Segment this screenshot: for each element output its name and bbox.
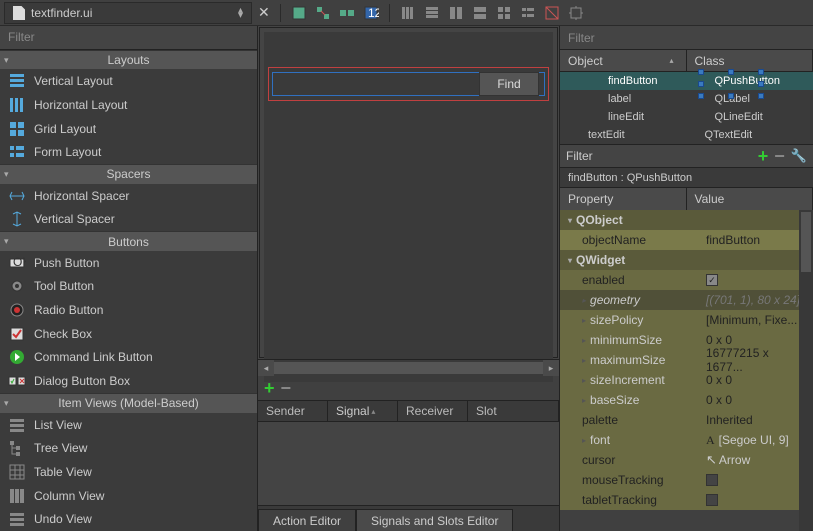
prop-tablettracking[interactable]: tabletTracking <box>560 490 813 510</box>
svg-text:OK: OK <box>13 255 26 269</box>
prop-group-qobject[interactable]: ▾QObject <box>560 210 813 230</box>
widget-grid-layout[interactable]: Grid Layout <box>0 117 257 141</box>
widget-horizontal-layout[interactable]: Horizontal Layout <box>0 93 257 117</box>
updown-icon: ▴▾ <box>238 8 243 18</box>
object-row-lineedit[interactable]: lineEditQLineEdit <box>560 108 813 126</box>
checkbox-icon[interactable] <box>706 474 718 486</box>
edit-buddies-icon[interactable] <box>337 3 357 23</box>
prop-geometry[interactable]: ▸geometry[(701, 1), 80 x 24] <box>560 290 813 310</box>
widget-vertical-spacer[interactable]: Vertical Spacer <box>0 208 257 232</box>
prop-enabled[interactable]: enabled✓ <box>560 270 813 290</box>
file-selector[interactable]: textfinder.ui ▴▾ <box>4 2 252 24</box>
object-filter-input[interactable]: Filter <box>560 26 813 50</box>
widget-vertical-layout[interactable]: Vertical Layout <box>0 69 257 93</box>
widget-box: Filter ▾Layouts Vertical Layout Horizont… <box>0 26 258 531</box>
widget-form-layout[interactable]: Form Layout <box>0 140 257 164</box>
layout-mode-toolbar <box>394 3 590 23</box>
break-layout-icon[interactable] <box>542 3 562 23</box>
object-row-textedit[interactable]: textEditQTextEdit <box>560 126 813 144</box>
object-row-findbutton[interactable]: findButtonQPushButton <box>560 72 813 90</box>
prop-mousetracking[interactable]: mouseTracking <box>560 470 813 490</box>
widget-filter-input[interactable]: Filter <box>0 26 257 50</box>
widget-check-box[interactable]: Check Box <box>0 322 257 346</box>
prop-font[interactable]: ▸fontA[Segoe UI, 9] <box>560 430 813 450</box>
close-button[interactable]: ✕ <box>252 4 276 21</box>
object-tree[interactable]: findButtonQPushButton labelQLabel lineEd… <box>560 72 813 144</box>
edit-signals-icon[interactable] <box>313 3 333 23</box>
checkbox-icon[interactable] <box>706 494 718 506</box>
widget-command-link-button[interactable]: Command Link Button <box>0 346 257 370</box>
layout-vert-icon[interactable] <box>422 3 442 23</box>
find-button-widget[interactable]: Find <box>479 72 539 96</box>
tab-action-editor[interactable]: Action Editor <box>258 509 356 531</box>
layout-horiz-split-icon[interactable] <box>446 3 466 23</box>
layout-vert-split-icon[interactable] <box>470 3 490 23</box>
widget-undo-view[interactable]: Undo View <box>0 507 257 531</box>
edit-tab-order-icon[interactable]: 12 <box>361 3 381 23</box>
file-icon <box>13 6 25 20</box>
category-buttons[interactable]: ▾Buttons <box>0 231 257 251</box>
property-header[interactable]: PropertyValue <box>560 188 813 210</box>
prop-group-qwidget[interactable]: ▾QWidget <box>560 250 813 270</box>
remove-property-button[interactable]: − <box>774 146 785 167</box>
widget-tool-button[interactable]: Tool Button <box>0 275 257 299</box>
filename-label: textfinder.ui <box>31 6 92 20</box>
prop-sizepolicy[interactable]: ▸sizePolicy[Minimum, Fixe... <box>560 310 813 330</box>
prop-objectname[interactable]: objectNamefindButton <box>560 230 813 250</box>
object-row-label[interactable]: labelQLabel <box>560 90 813 108</box>
layout-form-icon[interactable] <box>518 3 538 23</box>
category-spacers[interactable]: ▾Spacers <box>0 164 257 184</box>
layout-grid-icon[interactable] <box>494 3 514 23</box>
vertical-scrollbar[interactable] <box>799 210 813 531</box>
property-list[interactable]: ▾QObject objectNamefindButton ▾QWidget e… <box>560 210 813 531</box>
canvas[interactable]: Find <box>259 27 558 358</box>
top-toolbar: textfinder.ui ▴▾ ✕ 12 <box>0 0 813 26</box>
add-property-button[interactable]: + <box>758 146 769 167</box>
signals-body[interactable] <box>258 422 559 505</box>
prop-cursor[interactable]: cursor↖Arrow <box>560 450 813 470</box>
prop-sizeincrement[interactable]: ▸sizeIncrement0 x 0 <box>560 370 813 390</box>
widget-column-view[interactable]: Column View <box>0 484 257 508</box>
category-itemviews[interactable]: ▾Item Views (Model-Based) <box>0 393 257 413</box>
tab-signals-slots[interactable]: Signals and Slots Editor <box>356 509 513 531</box>
layout-horiz-icon[interactable] <box>398 3 418 23</box>
widget-table-view[interactable]: Table View <box>0 460 257 484</box>
widget-dialog-button-box[interactable]: Dialog Button Box <box>0 369 257 393</box>
selected-object-label: findButton : QPushButton <box>560 168 813 188</box>
widget-radio-button[interactable]: Radio Button <box>0 298 257 322</box>
checkbox-icon[interactable]: ✓ <box>706 274 718 286</box>
prop-maximumsize[interactable]: ▸maximumSize16777215 x 1677... <box>560 350 813 370</box>
widget-push-button[interactable]: OKPush Button <box>0 251 257 275</box>
widget-list-view[interactable]: List View <box>0 413 257 437</box>
edit-widgets-icon[interactable] <box>289 3 309 23</box>
widget-horizontal-spacer[interactable]: Horizontal Spacer <box>0 184 257 208</box>
property-filter-input[interactable]: Filter + − 🔧 <box>560 144 813 168</box>
svg-text:12: 12 <box>368 6 379 20</box>
signals-header[interactable]: Sender Signal▴ Receiver Slot <box>258 400 559 422</box>
signals-panel: + − Sender Signal▴ Receiver Slot Action … <box>258 375 559 531</box>
prop-basesize[interactable]: ▸baseSize0 x 0 <box>560 390 813 410</box>
form-editor: Find ◂▸ + − Sender Signal▴ Receiver Slot <box>258 26 559 531</box>
cursor-icon: ↖ <box>706 452 717 468</box>
settings-icon[interactable]: 🔧 <box>791 148 807 164</box>
horizontal-scrollbar[interactable]: ◂▸ <box>258 359 559 375</box>
widget-tree-view[interactable]: Tree View <box>0 436 257 460</box>
object-header[interactable]: Object▴ Class <box>560 50 813 72</box>
inspector: Filter Object▴ Class findButtonQPushButt… <box>559 26 813 531</box>
layout-toolbar: 12 <box>285 3 385 23</box>
prop-palette[interactable]: paletteInherited <box>560 410 813 430</box>
category-layouts[interactable]: ▾Layouts <box>0 50 257 70</box>
adjust-size-icon[interactable] <box>566 3 586 23</box>
